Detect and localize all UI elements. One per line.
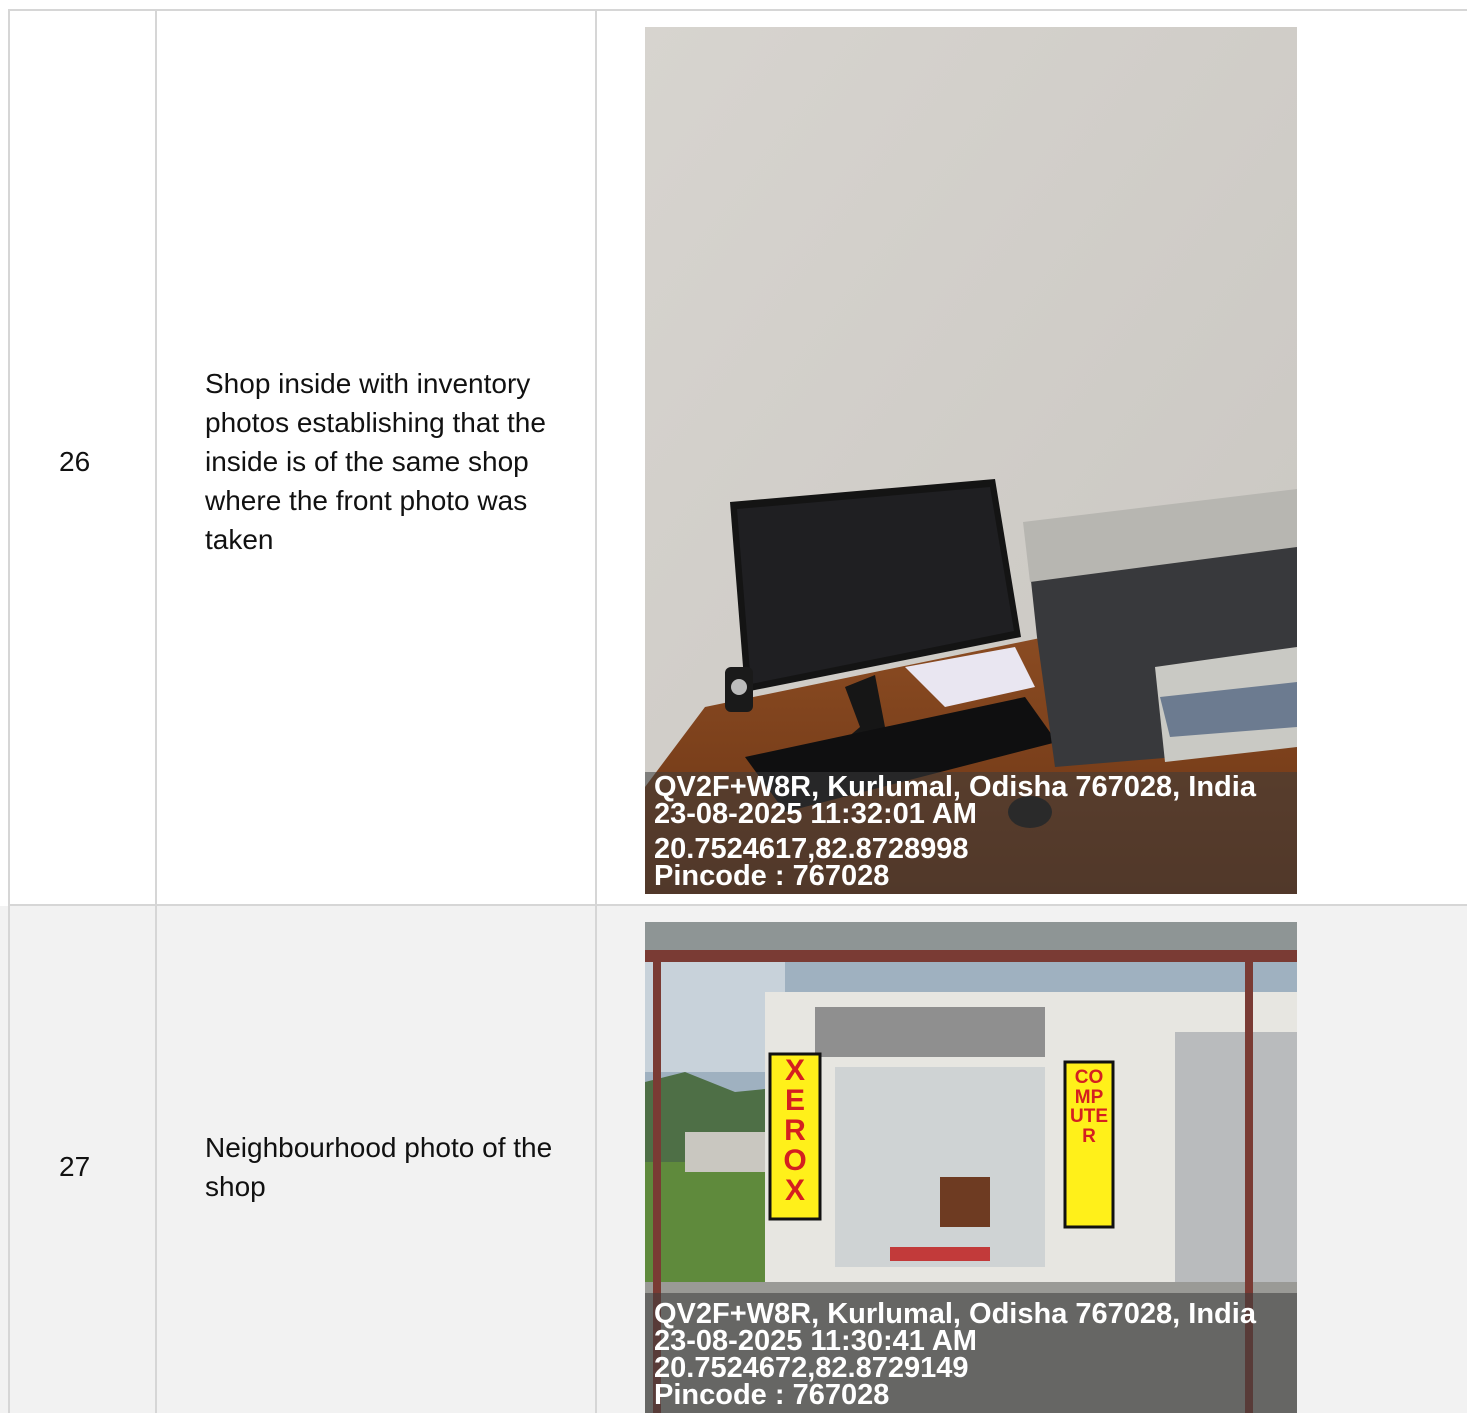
sign-xerox-letter: R bbox=[784, 1114, 806, 1147]
sign-right-text: COMPUTER bbox=[1070, 1067, 1108, 1147]
sign-xerox-letter: O bbox=[783, 1144, 806, 1177]
geotag-address: QV2F+W8R, Kurlumal, Odisha 767028, India bbox=[654, 1298, 1256, 1330]
table-col-divider bbox=[155, 9, 157, 1413]
document-table: 26 Shop inside with inventory photos est… bbox=[0, 0, 1467, 1413]
geotag-datetime: 23-08-2025 11:30:41 AM bbox=[654, 1325, 977, 1357]
sign-xerox-letter: E bbox=[785, 1084, 805, 1117]
geotag-datetime: 23-08-2025 11:32:01 AM bbox=[654, 798, 977, 830]
table-border-top bbox=[8, 9, 1467, 11]
geotag-address: QV2F+W8R, Kurlumal, Odisha 767028, India bbox=[654, 771, 1256, 803]
row-description: Neighbourhood photo of the shop bbox=[205, 1132, 553, 1202]
sign-xerox-letter: X bbox=[785, 1054, 805, 1087]
row-number: 26 bbox=[59, 446, 91, 477]
desk-scene-image bbox=[645, 27, 1297, 894]
geotag-coordinates: 20.7524672,82.8729149 bbox=[654, 1352, 969, 1384]
table-col-divider bbox=[595, 9, 597, 1413]
geotag-coordinates: 20.7524617,82.8728998 bbox=[654, 833, 969, 865]
photo-geotag-overlay: QV2F+W8R, Kurlumal, Odisha 767028, India… bbox=[645, 772, 1297, 894]
neighbourhood-photo: X E R O X COMPUTER QV2F+W8R, Kurlumal, O… bbox=[645, 922, 1297, 1413]
row-number: 27 bbox=[59, 1151, 91, 1182]
geotag-pincode: Pincode : 767028 bbox=[654, 1379, 890, 1411]
sign-xerox-letter: X bbox=[785, 1174, 805, 1207]
row-description: Shop inside with inventory photos establ… bbox=[205, 368, 546, 555]
table-row-divider bbox=[8, 904, 1467, 906]
photo-geotag-overlay: QV2F+W8R, Kurlumal, Odisha 767028, India… bbox=[645, 1293, 1297, 1413]
geotag-pincode: Pincode : 767028 bbox=[654, 860, 890, 892]
table-border-left bbox=[8, 9, 10, 1413]
inventory-photo: QV2F+W8R, Kurlumal, Odisha 767028, India… bbox=[645, 27, 1297, 894]
